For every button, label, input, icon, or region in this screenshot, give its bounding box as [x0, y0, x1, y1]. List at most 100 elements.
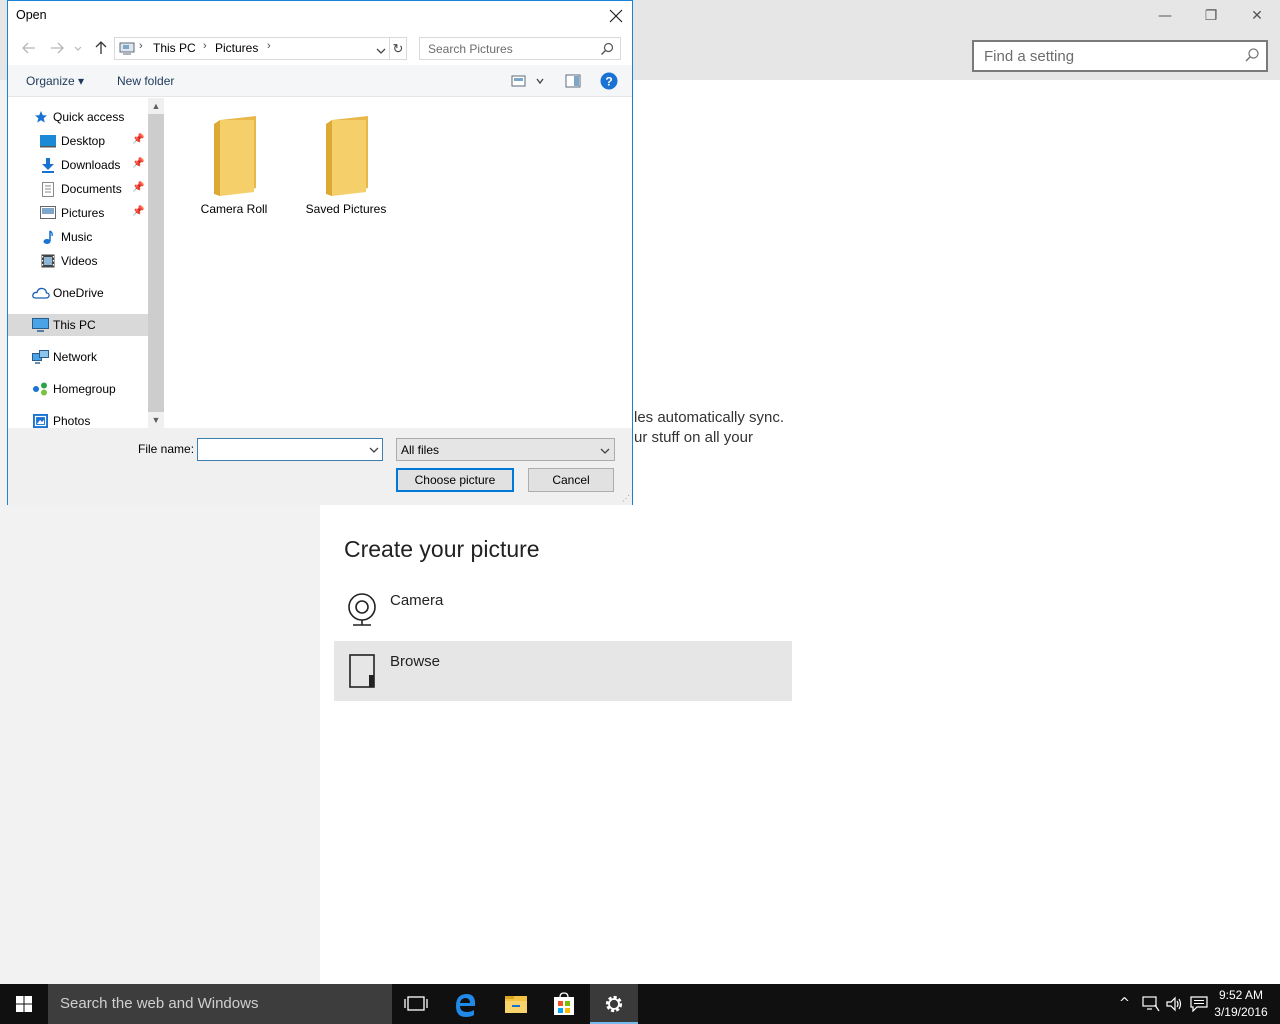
scroll-up-icon[interactable]: ▲ [148, 98, 164, 114]
nav-item-label: Desktop [61, 134, 106, 148]
find-setting-placeholder: Find a setting [984, 48, 1075, 65]
nav-item-label: Music [61, 230, 93, 244]
clock-time: 9:52 AM [1218, 988, 1264, 1002]
nav-item-desktop[interactable]: Desktop 📌 [8, 130, 148, 152]
folder-camera-roll[interactable]: Camera Roll [184, 112, 284, 222]
pictures-icon [40, 206, 56, 224]
search-icon [600, 42, 614, 61]
nav-item-quick-access[interactable]: Quick access [8, 106, 148, 128]
desktop-icon [40, 134, 56, 153]
search-placeholder: Search Pictures [428, 42, 513, 56]
chevron-down-icon [600, 443, 610, 461]
start-button[interactable] [0, 984, 48, 1024]
taskbar: Search the web and Windows ^ 9:52 AM 3/1… [0, 984, 1280, 1024]
nav-item-videos[interactable]: Videos [8, 250, 148, 272]
dialog-footer: File name: All files Choose picture Canc… [8, 428, 632, 505]
organize-button[interactable]: Organize ▾ [26, 74, 84, 88]
camera-option[interactable]: Camera [334, 580, 792, 640]
breadcrumb-separator-icon: › [139, 40, 143, 52]
view-options-icon[interactable] [511, 75, 547, 93]
show-hidden-icons-chevron-icon[interactable]: ^ [1119, 996, 1130, 1011]
scrollbar-thumb[interactable] [148, 114, 164, 412]
volume-icon[interactable] [1166, 996, 1184, 1017]
breadcrumb-pictures[interactable]: Pictures [215, 41, 258, 55]
nav-item-music[interactable]: Music [8, 226, 148, 248]
nav-item-network[interactable]: Network [8, 346, 148, 368]
nav-item-photos[interactable]: Photos [8, 410, 148, 428]
dialog-close-button[interactable] [604, 4, 628, 28]
address-bar[interactable]: › This PC › Pictures › [114, 37, 390, 60]
music-icon [42, 230, 54, 250]
preview-pane-icon[interactable] [565, 74, 581, 93]
navigation-pane: Quick access Desktop 📌 Downloads 📌 Docum… [8, 98, 164, 428]
navigation-bar: › This PC › Pictures › ↻ Search Pictures [8, 33, 632, 65]
sync-text-line: ur stuff on all your [634, 429, 753, 446]
nav-item-label: Pictures [61, 206, 105, 220]
file-list: Camera Roll Saved Pictures [164, 98, 632, 428]
navigation-scrollbar[interactable]: ▲ ▼ [148, 98, 164, 428]
find-setting-input[interactable]: Find a setting [972, 40, 1268, 72]
action-center-icon[interactable] [1190, 996, 1208, 1017]
store-icon [554, 992, 574, 1015]
nav-item-label: Documents [61, 182, 122, 196]
back-arrow-icon[interactable] [20, 39, 38, 57]
browse-option[interactable]: Browse [334, 641, 792, 701]
nav-item-onedrive[interactable]: OneDrive [8, 282, 148, 304]
store-button[interactable] [540, 984, 588, 1024]
taskbar-search-box[interactable]: Search the web and Windows [48, 984, 392, 1024]
recent-locations-chevron-icon[interactable] [72, 39, 84, 57]
file-name-dropdown-icon[interactable] [369, 442, 379, 460]
nav-item-homegroup[interactable]: Homegroup [8, 378, 148, 400]
resize-grip-icon[interactable]: ⋰ [622, 494, 630, 503]
edge-button[interactable] [442, 984, 490, 1024]
windows-logo-icon [16, 996, 32, 1012]
edge-icon [456, 994, 476, 1017]
cancel-button[interactable]: Cancel [528, 468, 614, 492]
breadcrumb-this-pc[interactable]: This PC [153, 41, 196, 55]
file-explorer-icon [505, 996, 527, 1013]
address-dropdown-icon[interactable] [376, 43, 386, 61]
settings-taskbar-button[interactable] [590, 984, 638, 1024]
help-icon[interactable]: ? [600, 72, 618, 95]
close-button[interactable]: ✕ [1234, 0, 1280, 32]
forward-arrow-icon[interactable] [48, 39, 66, 57]
scroll-down-icon[interactable]: ▼ [148, 412, 164, 428]
up-arrow-icon[interactable] [92, 39, 110, 57]
nav-item-label: Network [53, 350, 98, 364]
onedrive-icon [32, 286, 50, 304]
dialog-title: Open [16, 8, 47, 22]
new-folder-button[interactable]: New folder [117, 74, 174, 88]
videos-icon [41, 254, 55, 273]
file-explorer-button[interactable] [492, 984, 540, 1024]
nav-item-label: Photos [53, 414, 91, 428]
breadcrumb-separator-icon: › [203, 40, 207, 52]
camera-icon [346, 592, 378, 633]
minimize-button[interactable]: — [1142, 0, 1188, 32]
search-pictures-input[interactable]: Search Pictures [419, 37, 621, 60]
nav-item-label: Downloads [61, 158, 121, 172]
folder-label: Camera Roll [200, 202, 268, 216]
restore-button[interactable]: ❐ [1188, 0, 1234, 32]
sync-description: les automatically sync. ur stuff on all … [634, 408, 784, 448]
file-type-select[interactable]: All files [396, 438, 615, 461]
star-icon [34, 110, 48, 129]
nav-item-documents[interactable]: Documents 📌 [8, 178, 148, 200]
documents-icon [42, 182, 54, 202]
choose-picture-button[interactable]: Choose picture [396, 468, 514, 492]
nav-item-this-pc[interactable]: This PC [8, 314, 148, 336]
taskbar-clock[interactable]: 9:52 AM 3/19/2016 [1208, 987, 1274, 1021]
downloads-icon [41, 158, 55, 178]
file-name-input[interactable] [197, 438, 383, 461]
folder-saved-pictures[interactable]: Saved Pictures [296, 112, 396, 222]
computer-icon [32, 318, 49, 337]
network-status-icon[interactable] [1142, 996, 1160, 1017]
nav-item-downloads[interactable]: Downloads 📌 [8, 154, 148, 176]
camera-label: Camera [390, 592, 444, 609]
refresh-icon: ↻ [392, 41, 404, 56]
folder-icon [204, 114, 264, 203]
refresh-button[interactable]: ↻ [390, 37, 407, 60]
nav-item-label: Videos [61, 254, 98, 268]
task-view-button[interactable] [392, 984, 440, 1024]
file-type-value: All files [401, 443, 440, 457]
nav-item-pictures[interactable]: Pictures 📌 [8, 202, 148, 224]
